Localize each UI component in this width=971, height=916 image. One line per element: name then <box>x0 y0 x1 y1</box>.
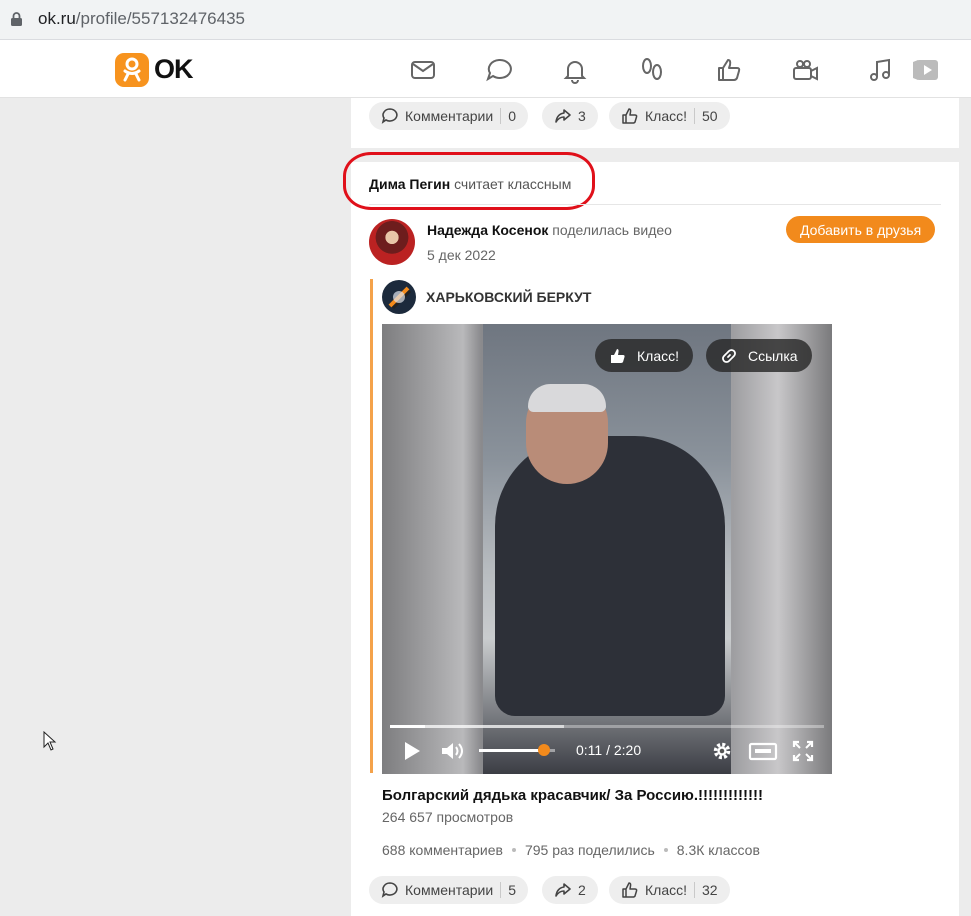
author-name[interactable]: Надежда Косенок <box>427 222 548 238</box>
guests-icon[interactable] <box>638 56 666 84</box>
address-bar[interactable]: ok.ru/profile/557132476435 <box>0 0 971 40</box>
like-button[interactable]: Класс! 32 <box>609 876 730 904</box>
thumbs-up-icon <box>611 348 625 363</box>
fullscreen-icon[interactable] <box>792 739 814 763</box>
dot-separator <box>663 848 668 852</box>
logo-text[interactable]: OK <box>154 54 193 85</box>
music-icon[interactable] <box>867 56 895 84</box>
video-like-button[interactable]: Класс! <box>595 339 693 372</box>
video-progress-bar[interactable] <box>390 725 824 728</box>
group-name[interactable]: ХАРЬКОВСКИЙ БЕРКУТ <box>426 289 591 305</box>
video-camera-icon[interactable] <box>791 56 819 84</box>
share-icon <box>555 883 571 897</box>
comments-count: 5 <box>508 882 516 898</box>
volume-slider[interactable] <box>479 744 555 756</box>
miniplayer-icon[interactable] <box>748 739 778 763</box>
thumbs-up-icon <box>622 882 638 898</box>
group-avatar[interactable] <box>382 280 416 314</box>
likes-label: Класс! <box>645 108 687 124</box>
comments-label: Комментарии <box>405 882 494 898</box>
stats-likes[interactable]: 8.3К классов <box>677 842 760 858</box>
top-navigation: OK <box>0 40 971 98</box>
comments-label: Комментарии <box>405 108 494 124</box>
post-date[interactable]: 5 дек 2022 <box>427 247 496 263</box>
bell-icon[interactable] <box>561 56 589 84</box>
share-button[interactable]: 2 <box>542 876 598 904</box>
feed-column: Комментарии 0 3 Класс! 50 Дима Пегин счи… <box>343 98 959 916</box>
thumbs-up-icon <box>622 108 638 124</box>
divider <box>694 882 695 898</box>
video-play-icon[interactable] <box>912 56 940 84</box>
likes-count: 32 <box>702 882 718 898</box>
volume-icon[interactable] <box>440 739 466 763</box>
ok-logo-icon[interactable] <box>115 53 149 87</box>
dot-separator <box>511 848 516 852</box>
mail-icon[interactable] <box>409 56 437 84</box>
likes-count: 50 <box>702 108 718 124</box>
link-icon <box>722 348 736 363</box>
lock-icon <box>11 12 22 26</box>
chat-icon[interactable] <box>485 56 513 84</box>
play-icon[interactable] <box>402 739 422 763</box>
comments-button[interactable]: Комментарии 5 <box>369 876 528 904</box>
url-path: /profile/557132476435 <box>75 9 245 28</box>
mouse-cursor-icon <box>43 731 57 751</box>
author-action: поделилась видео <box>552 222 672 238</box>
url-domain: ok.ru <box>38 9 76 28</box>
volume-knob[interactable] <box>538 744 550 756</box>
divider <box>694 108 695 124</box>
video-link-button[interactable]: Ссылка <box>706 339 812 372</box>
divider <box>500 882 502 898</box>
url-text: ok.ru/profile/557132476435 <box>38 9 245 29</box>
settings-gear-icon[interactable] <box>711 739 733 763</box>
video-title[interactable]: Болгарский дядька красавчик/ За Россию.!… <box>382 787 763 804</box>
video-figure-hair <box>528 384 606 412</box>
red-highlight-annotation <box>343 152 595 210</box>
video-player[interactable]: Класс! Ссылка 0:11 / 2:20 <box>382 324 832 774</box>
author-avatar[interactable] <box>369 219 415 265</box>
comment-icon <box>381 108 398 124</box>
stats-shares[interactable]: 795 раз поделились <box>525 842 655 858</box>
share-icon <box>555 109 571 123</box>
shares-count: 3 <box>578 108 586 124</box>
share-button[interactable]: 3 <box>542 102 598 130</box>
add-friend-button[interactable]: Добавить в друзья <box>786 216 936 243</box>
video-link-label: Ссылка <box>748 347 798 364</box>
divider <box>369 204 941 205</box>
comment-icon <box>381 882 398 898</box>
video-like-label: Класс! <box>637 347 679 364</box>
likes-label: Класс! <box>645 882 687 898</box>
like-button[interactable]: Класс! 50 <box>609 102 730 130</box>
video-played <box>390 725 425 728</box>
video-time: 0:11 / 2:20 <box>576 742 642 758</box>
stats-comments[interactable]: 688 комментариев <box>382 842 503 858</box>
comments-count: 0 <box>508 108 516 124</box>
video-figure <box>495 436 725 716</box>
divider <box>500 108 502 124</box>
video-stats: 688 комментариев 795 раз поделились 8.3К… <box>382 842 760 858</box>
likes-icon[interactable] <box>715 56 743 84</box>
shares-count: 2 <box>578 882 586 898</box>
video-views: 264 657 просмотров <box>382 809 514 825</box>
share-accent-bar <box>370 279 373 773</box>
author-line: Надежда Косенок поделилась видео <box>427 222 672 238</box>
comments-button[interactable]: Комментарии 0 <box>369 102 528 130</box>
volume-fill <box>479 749 544 752</box>
